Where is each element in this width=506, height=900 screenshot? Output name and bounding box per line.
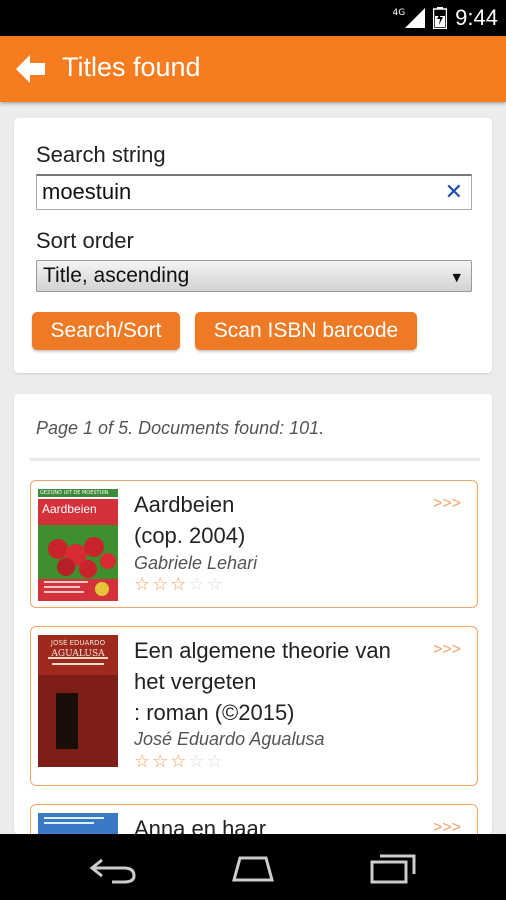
- search-input[interactable]: moestuin ✕: [36, 174, 472, 210]
- search-sort-button[interactable]: Search/Sort: [32, 312, 180, 350]
- results-panel: Page 1 of 5. Documents found: 101. GEZON…: [14, 394, 492, 834]
- result-author: José Eduardo Agualusa: [134, 729, 325, 749]
- star-half-icon: ☆: [170, 574, 189, 595]
- book-cover-top-text: JOSÉ EDUARDO: [50, 639, 106, 647]
- result-title-line2[interactable]: (cop. 2004): [134, 520, 245, 551]
- battery-icon: [433, 7, 448, 29]
- search-input-value[interactable]: moestuin: [42, 179, 131, 205]
- result-title-line3[interactable]: : roman (©2015): [134, 697, 295, 728]
- network-type: 4G: [392, 7, 406, 18]
- star-empty-icon: ☆: [206, 751, 225, 772]
- star-full-icon: ☆: [134, 574, 153, 595]
- book-cover-title: AGUALUSA: [51, 649, 105, 659]
- star-full-icon: ☆: [152, 751, 171, 772]
- home-nav-icon[interactable]: [228, 852, 278, 884]
- divider: [30, 458, 480, 461]
- star-half-icon: ☆: [170, 751, 189, 772]
- result-title-line1[interactable]: Aardbeien: [134, 489, 234, 520]
- scan-isbn-button[interactable]: Scan ISBN barcode: [195, 312, 417, 350]
- result-author: Gabriele Lehari: [134, 553, 258, 573]
- star-empty-icon: ☆: [188, 574, 207, 595]
- signal-icon: [405, 8, 426, 28]
- result-item[interactable]: GEZOND UIT DE MOESTUIN Aardbeien Aardbei…: [30, 480, 478, 608]
- sort-order-label: Sort order: [36, 228, 134, 253]
- more-link[interactable]: >>>: [433, 495, 461, 513]
- sort-order-select[interactable]: Title, ascending ▼: [36, 260, 472, 292]
- search-string-label: Search string: [36, 142, 166, 167]
- clear-icon[interactable]: ✕: [445, 180, 463, 205]
- book-cover-title: Aardbeien: [42, 502, 97, 516]
- star-empty-icon: ☆: [188, 751, 207, 772]
- sort-order-value[interactable]: Title, ascending: [43, 264, 189, 288]
- action-bar: Titles found: [0, 36, 506, 102]
- result-item[interactable]: Anna en haar >>>: [30, 804, 478, 834]
- result-title-line1[interactable]: Een algemene theorie van: [134, 635, 391, 666]
- star-full-icon: ☆: [134, 751, 153, 772]
- rating-stars: ☆☆☆☆☆: [134, 751, 225, 772]
- status-icons: 4G 9:44: [392, 4, 498, 32]
- rating-stars: ☆☆☆☆☆: [134, 574, 225, 595]
- back-arrow-icon[interactable]: [14, 52, 48, 86]
- book-cover-top-text: GEZOND UIT DE MOESTUIN: [40, 490, 109, 496]
- more-link[interactable]: >>>: [433, 819, 461, 834]
- result-title-line1[interactable]: Anna en haar: [134, 813, 266, 834]
- result-title-line2[interactable]: het vergeten: [134, 666, 256, 697]
- dropdown-arrow-icon[interactable]: ▼: [453, 271, 461, 284]
- recents-nav-icon[interactable]: [368, 852, 418, 884]
- result-item[interactable]: JOSÉ EDUARDO AGUALUSA Een algemene theor…: [30, 626, 478, 786]
- status-bar: 4G 9:44: [0, 0, 506, 36]
- star-full-icon: ☆: [152, 574, 171, 595]
- page-info: Page 1 of 5. Documents found: 101.: [36, 418, 325, 438]
- search-panel: Search string moestuin ✕ Sort order Titl…: [14, 118, 492, 373]
- clock: 9:44: [455, 5, 498, 30]
- back-nav-icon[interactable]: [88, 852, 138, 884]
- page-title: Titles found: [62, 52, 201, 82]
- navigation-bar: [0, 834, 506, 900]
- star-empty-icon: ☆: [206, 574, 225, 595]
- more-link[interactable]: >>>: [433, 641, 461, 659]
- book-cover-anna[interactable]: [38, 813, 118, 834]
